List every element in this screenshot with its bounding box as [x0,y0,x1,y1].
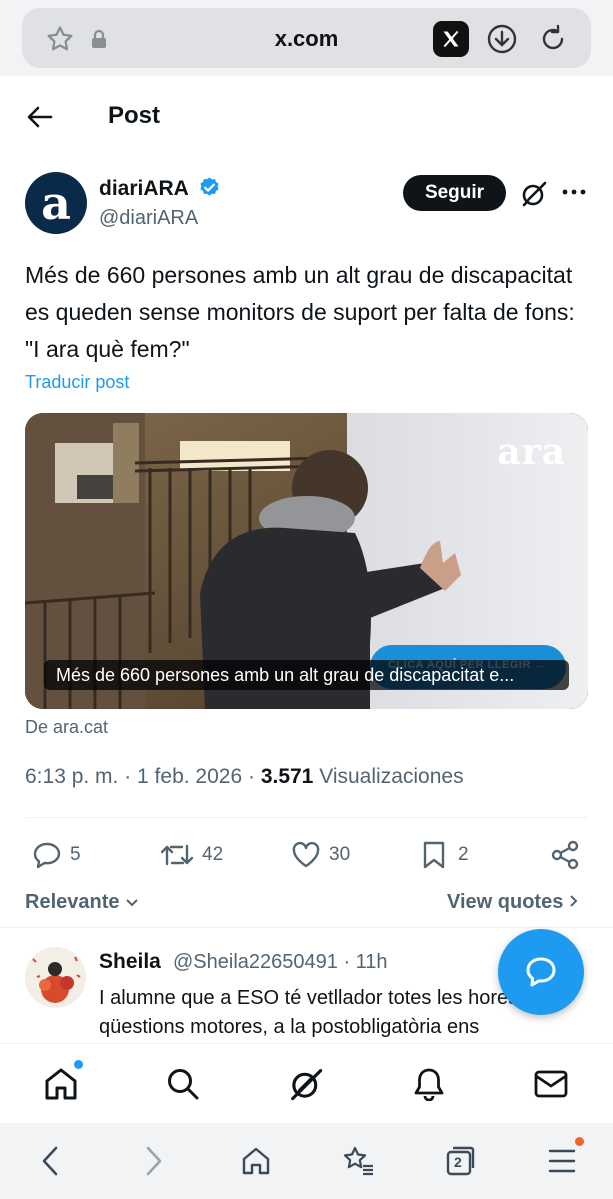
reply-icon [33,842,61,869]
browser-back-button[interactable] [30,1141,70,1181]
bookmark-icon [423,841,445,869]
browser-menu-button[interactable] [542,1137,584,1181]
verified-badge-icon [200,177,219,196]
author-avatar[interactable]: a [25,172,87,234]
menu-icon [548,1149,576,1173]
view-quotes-label: View quotes [447,891,564,913]
bookmark-button[interactable]: 2 [422,838,469,872]
reply-author-name[interactable]: Sheila [99,950,161,974]
grok-icon [291,1069,323,1101]
like-count: 30 [329,844,351,865]
compose-reply-fab[interactable] [498,929,584,1015]
browser-tabs-button[interactable]: 2 [440,1141,480,1181]
grok-icon[interactable] [518,178,550,210]
heart-icon [292,841,320,868]
author-name-row[interactable]: diariARA [99,176,221,201]
address-bar[interactable]: x.com [22,8,591,68]
star-list-icon [343,1146,373,1176]
menu-notification-dot [575,1137,584,1146]
browser-top-bar: x.com [0,0,613,76]
download-icon[interactable] [485,22,519,56]
browser-bookmarks-button[interactable] [338,1141,378,1181]
chevron-down-icon [126,899,138,907]
repost-button[interactable]: 42 [160,838,223,872]
home-icon [45,1068,77,1100]
search-icon [168,1069,199,1100]
share-button[interactable] [550,838,580,872]
chevron-right-icon [146,1146,162,1176]
nav-messages[interactable] [531,1064,571,1104]
bookmark-count: 2 [458,844,469,865]
card-source[interactable]: De ara.cat [25,717,108,738]
author-handle[interactable]: @diariARA [99,207,198,230]
browser-forward-button[interactable] [134,1141,174,1181]
card-logo: ara [497,431,566,473]
chat-bubble-icon [526,957,556,987]
views-label: Visualizaciones [313,765,464,788]
reply-count: 5 [70,844,81,865]
bell-icon [414,1068,444,1101]
page-title: Post [108,102,161,129]
card-caption[interactable]: Més de 660 persones amb un alt grau de d… [44,660,569,690]
nav-search[interactable] [163,1064,203,1104]
reply-avatar[interactable] [25,947,86,1008]
divider [25,817,588,818]
browser-home-button[interactable] [236,1141,276,1181]
share-icon [551,840,579,870]
browser-bottom-bar: 2 [0,1123,613,1199]
nav-notifications[interactable] [409,1064,449,1104]
notification-dot [74,1060,83,1069]
nav-home[interactable] [41,1060,83,1104]
tab-count: 2 [454,1154,462,1170]
repost-icon [160,844,194,866]
home-icon [242,1147,270,1175]
link-card[interactable]: ara CLICA AQUÍ PER LLEGIR → Més de 660 p… [25,413,588,709]
reload-icon[interactable] [536,22,570,56]
translate-post-link[interactable]: Traducir post [25,372,129,393]
arrow-left-icon[interactable] [24,101,56,133]
reply-author-handle[interactable]: @Sheila22650491 · 11h [173,951,388,974]
author-name[interactable]: diariARA [99,177,188,200]
sort-label: Relevante [25,891,120,913]
x-logo-icon[interactable] [433,21,469,57]
like-button[interactable]: 30 [291,838,350,872]
divider [0,927,613,928]
nav-grok[interactable] [286,1064,326,1104]
sort-dropdown[interactable]: Relevante [25,891,139,914]
post-meta: 6:13 p. m. · 1 feb. 2026 · 3.571 Visuali… [25,765,464,789]
chevron-right-icon [570,895,578,907]
more-options-icon[interactable] [559,178,589,206]
reply-button[interactable]: 5 [32,838,81,872]
view-quotes-link[interactable]: View quotes [447,891,579,914]
post-timestamp[interactable]: 6:13 p. m. · 1 feb. 2026 · [25,765,261,788]
mail-icon [534,1070,568,1098]
repost-count: 42 [202,844,224,865]
follow-button[interactable]: Seguir [403,175,506,211]
avatar-letter: a [41,176,71,230]
chevron-left-icon [42,1146,58,1176]
post-text: Més de 660 persones amb un alt grau de d… [25,262,575,362]
post-header: Post [0,84,613,148]
bottom-navigation [0,1043,613,1123]
views-count: 3.571 [260,765,314,788]
